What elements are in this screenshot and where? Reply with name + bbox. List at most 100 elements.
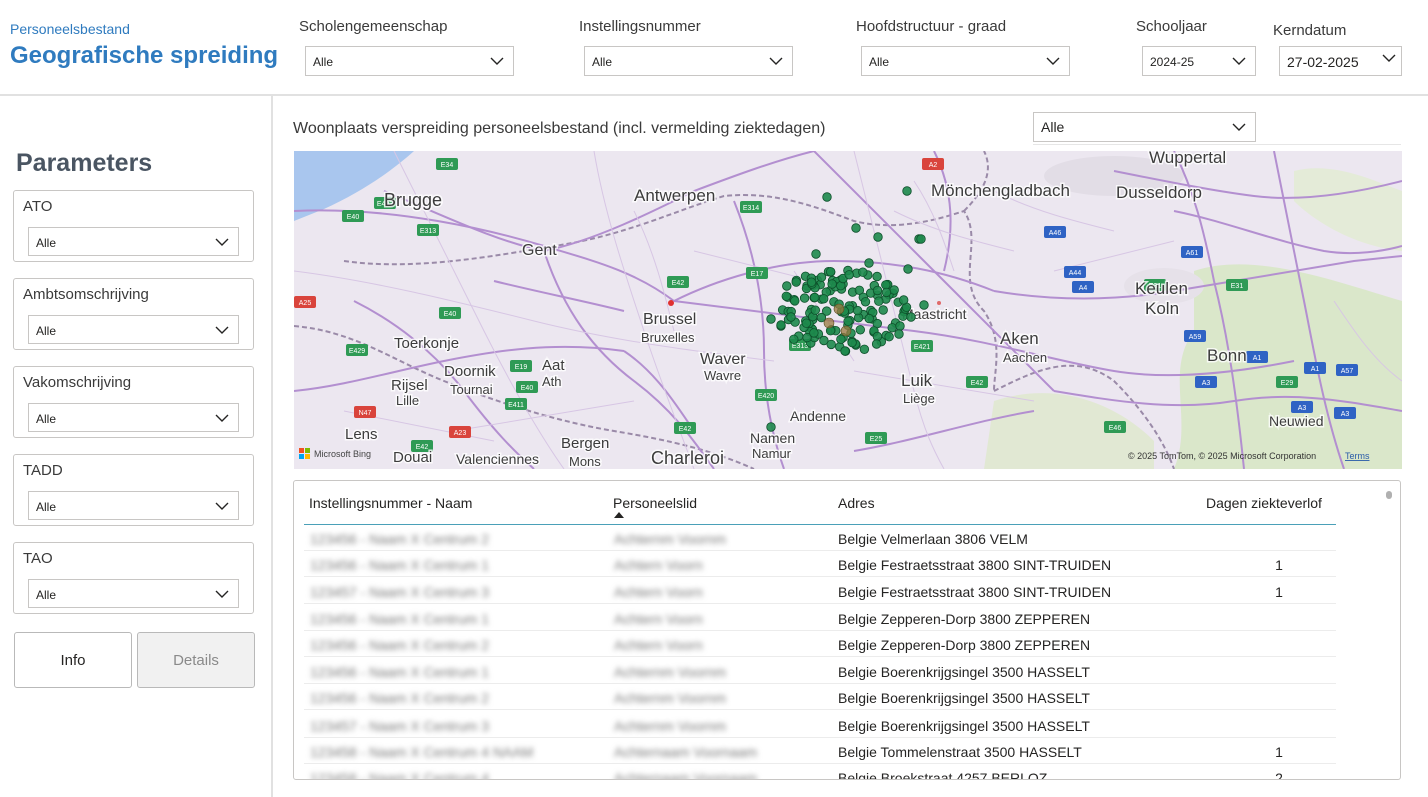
staff-location-dot[interactable] [860,297,871,307]
slicer-dropdown-hoofdstructuur[interactable]: Alle [861,46,1070,76]
staff-location-dot[interactable] [916,234,926,244]
staff-location-dot[interactable] [855,325,866,335]
staff-location-dot[interactable] [766,422,776,432]
staff-location-dot[interactable] [864,313,874,324]
staff-location-dot[interactable] [799,293,810,303]
slicer-dropdown-scholengemeenschap[interactable]: Alle [305,46,514,76]
staff-location-dot[interactable] [872,285,883,296]
staff-location-dot[interactable] [810,305,821,315]
staff-location-dot[interactable] [840,346,850,356]
staff-location-dot[interactable] [825,267,836,277]
column-header-instellingsnummer[interactable]: Instellingsnummer - Naam [309,495,472,511]
staff-location-dot[interactable] [822,192,832,202]
column-header-dagen-ziekteverlof[interactable]: Dagen ziekteverlof [1206,495,1322,511]
staff-location-dot[interactable] [874,296,884,306]
staff-location-dot[interactable] [858,267,868,277]
staff-location-dot[interactable] [859,344,870,355]
place-label: Bergen [561,435,609,452]
param-dropdown-ambtsomschrijving[interactable]: Alle [28,315,239,344]
staff-location-dot[interactable] [902,186,912,196]
staff-location-dot[interactable] [816,272,827,282]
table-row[interactable]: 123457 - Naam X Centrum 3 Achternm Voornm… [304,712,1336,738]
staff-location-dot[interactable] [826,339,836,350]
param-dropdown-ato[interactable]: Alle [28,227,239,256]
staff-location-dot[interactable] [873,232,883,242]
staff-location-dot[interactable] [827,279,837,289]
staff-location-dot[interactable] [789,334,799,345]
staff-location-dot[interactable] [887,323,897,333]
table-row[interactable]: 123456 - Naam X Centrum 2 Achtern Voorn Be… [304,631,1336,657]
chevron-down-icon [215,590,229,598]
staff-location-dot[interactable] [809,328,819,338]
staff-location-dot-sick[interactable] [833,303,845,315]
map-filter-dropdown[interactable]: Alle [1033,112,1256,142]
place-label: Tournai [450,382,493,397]
staff-location-dot[interactable] [878,305,888,315]
staff-location-dot[interactable] [871,339,882,349]
road-shield-label: A57 [1341,368,1354,375]
place-label: Luik [901,371,933,390]
staff-location-dot[interactable] [847,337,857,348]
staff-location-dot[interactable] [791,277,801,287]
staff-location-dot[interactable] [872,271,882,282]
staff-location-dot[interactable] [781,291,792,302]
staff-location-dot[interactable] [844,270,854,280]
staff-location-dot[interactable] [790,296,800,306]
map-terms-link[interactable]: Terms [1345,451,1370,461]
chevron-down-icon [769,57,783,65]
staff-location-dot[interactable] [766,314,776,324]
place-label: Andenne [790,408,846,424]
staff-location-dot[interactable] [903,264,913,274]
slicer-dropdown-schooljaar[interactable]: 2024-25 [1142,46,1256,76]
staff-location-dot[interactable] [776,320,786,330]
staff-location-dot-sick[interactable] [840,325,852,337]
param-dropdown-tao[interactable]: Alle [28,579,239,608]
table-row[interactable]: 123456 - Naam X Centrum 2 Achternm Voornm… [304,684,1336,710]
road-shield: E314 [740,201,762,213]
date-picker-kerndatum[interactable]: 27-02-2025 [1279,46,1402,76]
staff-location-dot[interactable] [836,334,846,345]
staff-location-dot[interactable] [895,321,905,331]
staff-location-dot[interactable] [810,292,820,303]
table-row[interactable]: 123456 - Naam X Centrum 2 Achternm Voornm… [304,525,1336,551]
place-label: Brussel [643,311,696,328]
slicer-dropdown-instellingsnummer[interactable]: Alle [584,46,793,76]
staff-location-dot[interactable] [881,287,892,298]
table-row[interactable]: 123458 - Naam X Centrum 4 NAAM Achternaam… [304,738,1336,764]
staff-location-dot[interactable] [884,331,894,342]
table-row[interactable]: 123458 - Naam X Centrum 4 Achternaam Voor… [304,764,1336,779]
staff-location-dot[interactable] [811,249,821,259]
place-label: Aken [1000,329,1039,348]
table-scrollbar[interactable] [1386,491,1392,499]
sort-ascending-icon [614,512,624,518]
report-title: Geografische spreiding [10,42,279,69]
map-canvas[interactable]: E34 A2E40E403E313E314E17E40E42E429E19E40E… [294,151,1402,469]
staff-location-dot[interactable] [852,305,863,316]
road-shield: E429 [346,344,368,356]
chevron-down-icon [215,502,229,510]
staff-location-dot[interactable] [806,277,817,287]
staff-location-dot[interactable] [851,223,861,233]
staff-location-dot[interactable] [864,258,874,268]
table-row[interactable]: 123456 - Naam X Centrum 1 Achtern Voorn Be… [304,551,1336,577]
staff-location-dot[interactable] [906,312,916,322]
staff-location-dot-sick[interactable] [823,317,835,329]
details-button[interactable]: Details [137,632,255,688]
param-dropdown-vakomschrijving[interactable]: Alle [28,403,239,432]
column-header-adres[interactable]: Adres [838,495,875,511]
info-button[interactable]: Info [14,632,132,688]
param-dropdown-tadd[interactable]: Alle [28,491,239,520]
column-header-personeelslid[interactable]: Personeelslid [613,495,697,511]
staff-location-dot[interactable] [786,312,796,322]
staff-location-dot[interactable] [782,281,792,291]
table-row[interactable]: 123457 - Naam X Centrum 3 Achtern Voorn Be… [304,578,1336,604]
table-row[interactable]: 123456 - Naam X Centrum 1 Achternm Voornm… [304,658,1336,684]
staff-location-dot[interactable] [894,329,904,339]
staff-location-dot[interactable] [801,318,812,328]
staff-location-dot[interactable] [819,294,829,304]
staff-location-dot[interactable] [919,300,929,310]
table-row[interactable]: 123456 - Naam X Centrum 1 Achtern Voorn Be… [304,605,1336,631]
staff-location-dot[interactable] [899,295,909,305]
map-visual[interactable]: E34 A2 E40 E403 E313 E314 E17 E40 E42 E429 E19 E40 E… [294,151,1402,469]
staff-location-dot[interactable] [843,316,853,327]
